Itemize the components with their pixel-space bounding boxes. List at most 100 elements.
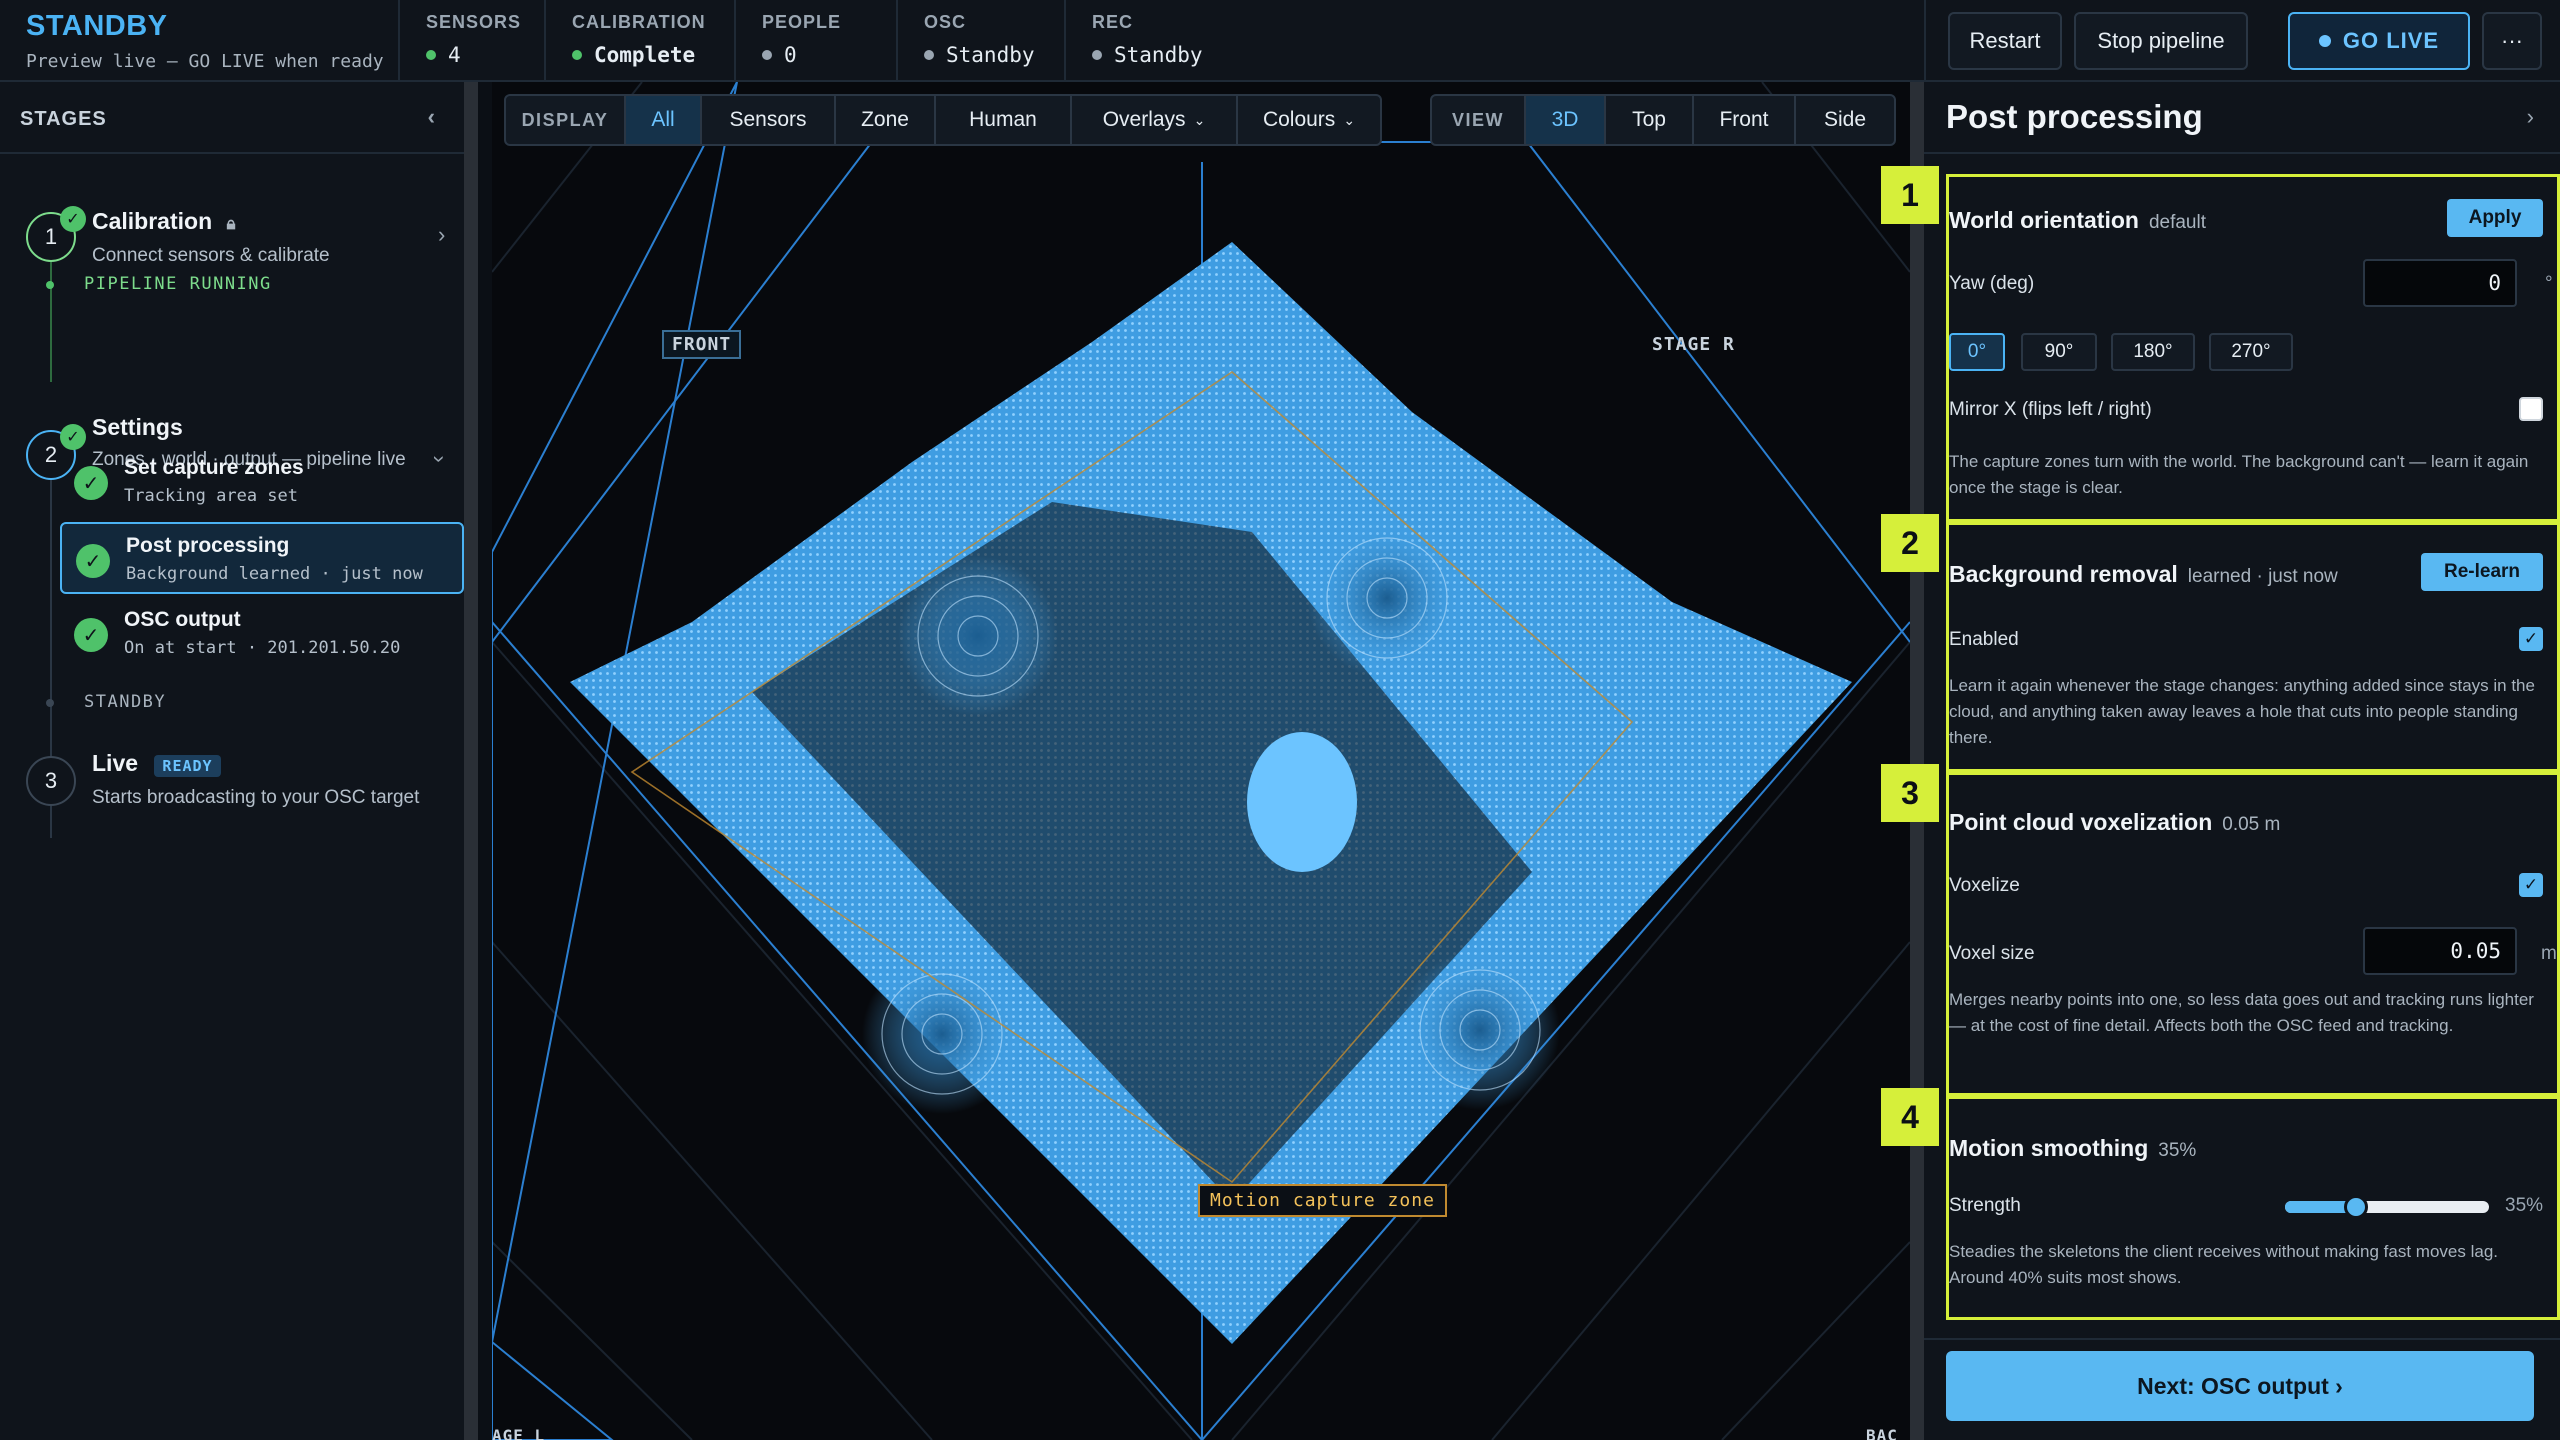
status-dot-icon [46,699,54,707]
strength-label: Strength [1949,1195,2021,1216]
voxelize-checkbox[interactable]: ✓ [2519,873,2543,897]
subitem-post-processing[interactable]: ✓ Post processing Background learned · j… [60,522,464,594]
next-osc-output-button[interactable]: Next: OSC output › [1946,1351,2534,1421]
voxelization-card: Point cloud voxelization 0.05 m Voxelize … [1946,772,2560,1096]
capture-zone-label: Motion capture zone [1198,1184,1447,1217]
stat-osc: OSC Standby [898,0,1066,82]
background-enabled-checkbox[interactable]: ✓ [2519,627,2543,651]
voxel-size-label: Voxel size [1949,943,2035,964]
live-dot-icon [2318,35,2331,47]
section-badge-3: 3 [1881,764,1939,822]
subitem-set-capture-zones[interactable]: ✓ Set capture zones Tracking area set [60,446,464,518]
voxelize-label: Voxelize [1949,875,2020,896]
yaw-preset-90[interactable]: 90° [2021,333,2097,371]
chevron-right-icon[interactable]: › [2527,104,2534,130]
step-calibration[interactable]: 1 ✓ Calibration 🔒︎ Connect sensors & cal… [0,182,464,266]
view-front-tab[interactable]: Front [1694,96,1796,144]
check-icon: ✓ [60,206,86,232]
view-top-tab[interactable]: Top [1606,96,1694,144]
section-badge-2: 2 [1881,514,1939,572]
voxel-size-input[interactable]: 0.05 [2363,927,2517,975]
view-toolbar: VIEW 3D Top Front Side [1430,94,1896,146]
overlays-dropdown[interactable]: Overlays ⌄ [1072,96,1238,144]
chevron-down-icon: ⌄ [1193,111,1206,128]
step-desc: Connect sensors & calibrate [92,245,330,266]
ready-badge: READY [154,755,221,777]
background-removal-help: Learn it again whenever the stage change… [1949,676,2535,747]
section-badge-4: 4 [1881,1088,1939,1146]
strength-slider[interactable] [2285,1195,2489,1219]
stat-calibration: CALIBRATION Complete [546,0,736,82]
stages-header: STAGES ‹ [0,82,464,154]
yaw-preset-270[interactable]: 270° [2209,333,2293,371]
view-side-tab[interactable]: Side [1796,96,1894,144]
motion-smoothing-card: Motion smoothing 35% Strength 35% Steadie… [1946,1096,2560,1320]
lock-icon: 🔒︎ [226,214,236,233]
point-cloud-viewport[interactable]: DISPLAY All Sensors Zone Human Overlays ⌄… [492,82,1910,1440]
world-orientation-help: The capture zones turn with the world. T… [1949,452,2529,497]
stop-pipeline-button[interactable]: Stop pipeline [2074,12,2248,70]
stat-sensors: SENSORS 4 [400,0,546,82]
status-dot-icon [1092,50,1102,60]
step-name: Live [92,750,139,776]
step-desc: Starts broadcasting to your OSC target [92,787,420,808]
pipeline-status: PIPELINE RUNNING [46,274,272,294]
status-dot-icon [924,50,934,60]
check-icon: ✓ [76,544,110,578]
section-badge-1: 1 [1881,166,1939,224]
strength-slider-thumb[interactable] [2344,1195,2369,1219]
apply-button[interactable]: Apply [2447,199,2543,237]
view-3d-tab[interactable]: 3D [1526,96,1606,144]
step-name: Calibration [92,208,213,234]
chevron-down-icon: ⌄ [1343,111,1356,128]
mirror-label: Mirror X (flips left / right) [1949,399,2152,420]
relearn-button[interactable]: Re-learn [2421,553,2543,591]
yaw-label: Yaw (deg) [1949,273,2035,294]
world-orientation-card: World orientation default Apply Yaw (deg)… [1946,174,2560,522]
display-zone-tab[interactable]: Zone [836,96,936,144]
chevron-right-icon: › [438,222,446,247]
app-status-subtitle: Preview live — GO LIVE when ready [26,51,384,72]
panel-header: Post processing › [1924,82,2560,154]
panel-title: Post processing [1946,98,2203,135]
enabled-label: Enabled [1949,629,2019,650]
display-human-tab[interactable]: Human [936,96,1072,144]
colours-dropdown[interactable]: Colours ⌄ [1238,96,1380,144]
collapse-sidebar-icon[interactable]: ‹ [428,104,436,130]
display-sensors-tab[interactable]: Sensors [702,96,836,144]
stat-people: PEOPLE 0 [736,0,898,82]
check-icon: ✓ [74,466,108,500]
display-toolbar: DISPLAY All Sensors Zone Human Overlays ⌄… [504,94,1382,146]
stat-rec: REC Standby [1092,12,1203,67]
motion-smoothing-help: Steadies the skeletons the client receiv… [1949,1242,2499,1287]
go-live-button[interactable]: GO LIVE [2288,12,2470,70]
stage-left-label: AGE L [492,1426,546,1440]
status-dot-icon [46,281,54,289]
strength-value: 35% [2505,1195,2544,1216]
standby-status: STANDBY [46,692,166,712]
yaw-preset-0[interactable]: 0° [1949,333,2005,371]
background-removal-card: Background removal learned · just now Re-… [1946,522,2560,772]
status-dot-icon [762,50,772,60]
voxelization-help: Merges nearby points into one, so less d… [1949,990,2534,1035]
front-label: FRONT [662,330,742,359]
yaw-preset-180[interactable]: 180° [2111,333,2195,371]
mirror-x-checkbox[interactable] [2519,397,2543,421]
step-settings[interactable]: 2 ✓ Settings Zones · world · output — pi… [0,318,464,480]
app-status-title: STANDBY [26,10,168,42]
check-icon: ✓ [74,618,108,652]
brand: STANDBY Preview live — GO LIVE when read… [0,0,400,82]
subitem-osc-output[interactable]: ✓ OSC output On at start · 201.201.50.20 [60,598,464,670]
more-menu-button[interactable]: ··· [2482,12,2542,70]
divider [1924,1338,2560,1340]
step-name: Settings [92,414,183,440]
display-all-tab[interactable]: All [626,96,702,144]
step-number: 3 [26,756,76,806]
post-processing-panel: Post processing › World orientation defau… [1881,82,2560,1440]
viewport-divider[interactable] [1910,82,1924,1440]
restart-button[interactable]: Restart [1948,12,2062,70]
status-dot-icon [572,50,582,60]
yaw-input[interactable]: 0 [2363,259,2517,307]
divider [1924,0,1926,82]
step-live[interactable]: 3 Live READY Starts broadcasting to your… [0,732,464,832]
